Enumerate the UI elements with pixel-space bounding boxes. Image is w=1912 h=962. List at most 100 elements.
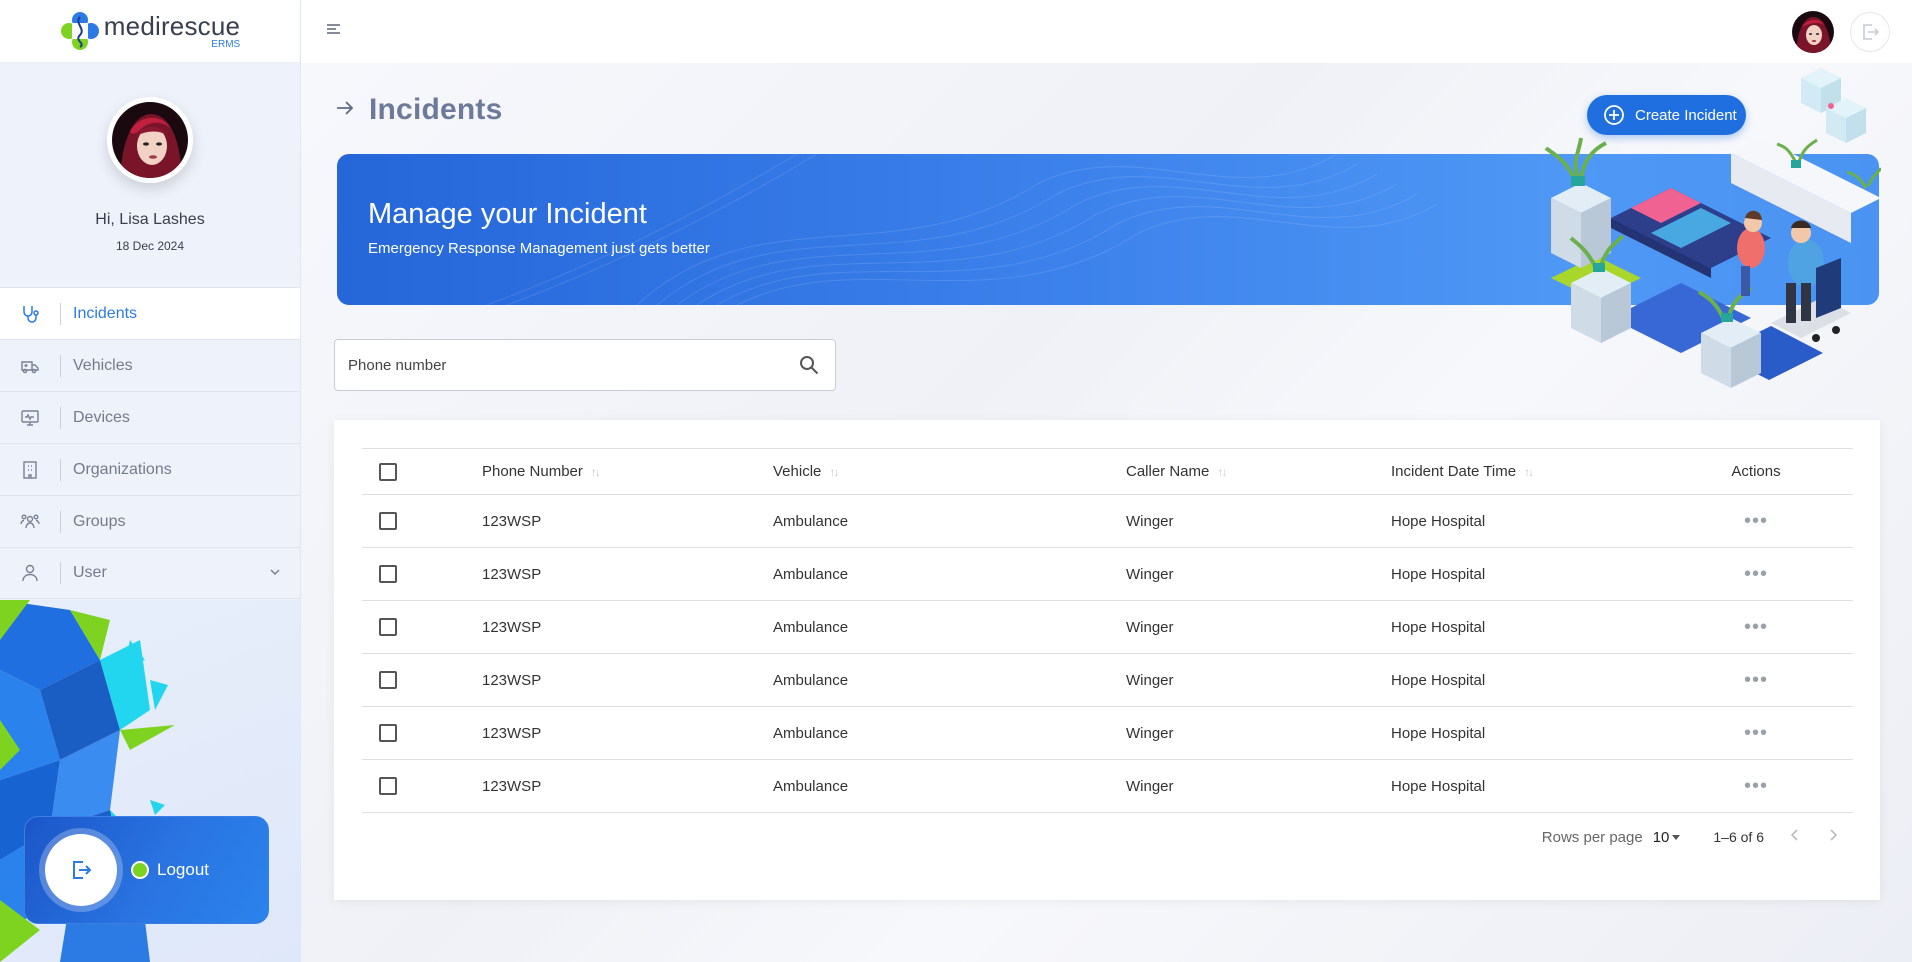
profile-date: 18 Dec 2024 [115,239,185,253]
rows-per-page-label: Rows per page [1541,828,1643,846]
more-actions-icon[interactable]: ••• [1744,510,1768,532]
logo[interactable]: medirescue ERMS [0,0,300,63]
sidebar-nav: Incidents Vehicles Devices Organizations [0,287,300,599]
phone-search [334,339,836,391]
cell-phone: 123WSP [482,565,542,583]
row-checkbox[interactable] [379,512,397,530]
more-actions-icon[interactable]: ••• [1744,669,1768,691]
logout-icon [45,834,117,906]
table-row: 123WSP Ambulance Winger Hope Hospital ••… [362,601,1853,654]
sort-icon: ↑↓ [829,464,839,479]
avatar[interactable] [107,97,193,183]
sidebar-item-organizations[interactable]: Organizations [0,443,300,495]
pagination-range: 1–6 of 6 [1713,829,1764,845]
medirescue-logo-icon [60,11,100,51]
sidebar-item-user[interactable]: User [0,547,300,599]
next-page-button[interactable] [1826,828,1840,846]
chevron-left-icon [1790,829,1798,841]
prev-page-button[interactable] [1788,828,1802,846]
cell-vehicle: Ambulance [773,724,849,742]
table-row: 123WSP Ambulance Winger Hope Hospital ••… [362,760,1853,813]
row-checkbox[interactable] [379,724,397,742]
incidents-table-card: Phone Number ↑↓ Vehicle ↑↓ Caller Name ↑↓ I… [334,420,1880,900]
cell-caller: Winger [1126,565,1174,583]
profile-section: Hi, Lisa Lashes 18 Dec 2024 [0,63,300,287]
sort-icon: ↑↓ [1217,464,1227,479]
banner-title: Manage your Incident [368,198,647,230]
cell-vehicle: Ambulance [773,618,849,636]
plus-circle-icon [1604,105,1624,125]
sidebar-item-label: Vehicles [73,356,133,374]
incidents-table: Phone Number ↑↓ Vehicle ↑↓ Caller Name ↑↓ I… [362,448,1853,813]
profile-greeting: Hi, Lisa Lashes [95,211,205,228]
sidebar-item-label: User [73,564,107,581]
pagination: Rows per page 10 1–6 of 6 [1542,828,1840,846]
cell-vehicle: Ambulance [773,512,849,530]
column-header-date[interactable]: Incident Date Time ↑↓ [1391,463,1701,480]
table-header: Phone Number ↑↓ Vehicle ↑↓ Caller Name ↑↓ I… [362,448,1853,495]
monitor-icon [0,408,60,428]
sidebar-item-vehicles[interactable]: Vehicles [0,339,300,391]
row-checkbox[interactable] [379,777,397,795]
cell-date: Hope Hospital [1391,724,1486,742]
cell-caller: Winger [1126,618,1174,636]
rows-per-page-value: 10 [1652,828,1670,846]
cell-date: Hope Hospital [1391,671,1486,689]
column-header-phone[interactable]: Phone Number ↑↓ [482,463,773,480]
cell-caller: Winger [1126,512,1174,530]
sidebar-item-devices[interactable]: Devices [0,391,300,443]
menu-toggle-icon[interactable] [326,22,342,41]
search-icon[interactable] [799,355,819,380]
cell-vehicle: Ambulance [773,565,849,583]
table-row: 123WSP Ambulance Winger Hope Hospital ••… [362,495,1853,548]
sidebar-item-label: Groups [73,512,126,530]
row-checkbox[interactable] [379,565,397,583]
more-actions-icon[interactable]: ••• [1744,775,1768,797]
column-header-caller[interactable]: Caller Name ↑↓ [1126,463,1391,480]
exit-icon [1863,24,1880,40]
cell-caller: Winger [1126,671,1174,689]
main-content: Incidents Manage your Incident Emergency… [301,63,1912,962]
table-row: 123WSP Ambulance Winger Hope Hospital ••… [362,548,1853,601]
row-checkbox[interactable] [379,618,397,636]
sort-icon: ↑↓ [590,464,601,479]
logout-button[interactable]: Logout [24,816,269,924]
cell-phone: 123WSP [482,618,542,636]
user-avatar[interactable] [1792,11,1834,53]
select-all-checkbox[interactable] [379,462,397,481]
column-header-vehicle[interactable]: Vehicle ↑↓ [773,463,1126,480]
ambulance-icon [0,356,60,376]
user-icon [0,563,60,583]
cell-caller: Winger [1126,724,1174,742]
caret-down-icon [1672,835,1681,840]
stethoscope-icon [0,304,60,324]
sidebar-item-incidents[interactable]: Incidents [0,287,300,339]
brand-sub: ERMS [211,38,241,50]
rows-per-page-select[interactable]: 10 [1653,829,1684,846]
more-actions-icon[interactable]: ••• [1744,616,1768,638]
cell-phone: 123WSP [482,724,542,742]
create-incident-button[interactable]: Create Incident [1587,95,1746,135]
sort-icon: ↑↓ [1524,464,1534,479]
cell-date: Hope Hospital [1391,777,1486,795]
page-title: Incidents [369,93,503,126]
cell-caller: Winger [1126,777,1174,795]
cell-date: Hope Hospital [1391,565,1486,583]
phone-search-input[interactable] [348,356,788,374]
cell-phone: 123WSP [482,512,542,530]
building-icon [0,460,60,480]
online-status-dot [131,861,149,879]
sidebar-item-label: Devices [73,408,130,426]
more-actions-icon[interactable]: ••• [1744,563,1768,585]
cell-phone: 123WSP [482,671,542,689]
exit-button[interactable] [1850,12,1890,52]
sidebar-item-groups[interactable]: Groups [0,495,300,547]
brand-name: medirescue [103,10,241,41]
cell-vehicle: Ambulance [773,777,849,795]
row-checkbox[interactable] [379,671,397,689]
chevron-down-icon[interactable] [268,565,282,584]
table-row: 123WSP Ambulance Winger Hope Hospital ••… [362,654,1853,707]
table-row: 123WSP Ambulance Winger Hope Hospital ••… [362,707,1853,760]
sidebar-item-label: Incidents [73,304,138,322]
more-actions-icon[interactable]: ••• [1744,722,1768,744]
